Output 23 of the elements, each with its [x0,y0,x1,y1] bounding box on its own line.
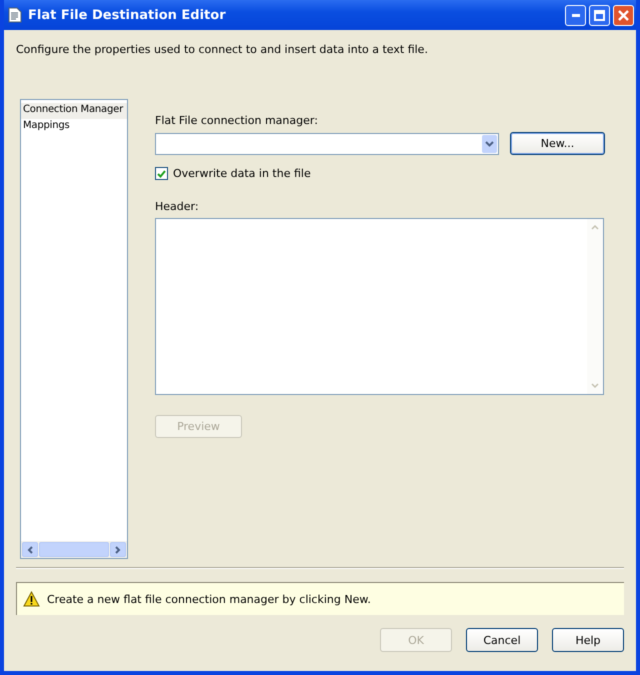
close-icon [618,10,629,20]
close-button[interactable] [613,4,634,26]
dialog-button[interactable]: Cancel [466,628,538,652]
document-icon [8,7,22,23]
warning-icon [23,591,40,607]
horizontal-scrollbar[interactable] [21,541,127,558]
minimize-icon [572,14,580,16]
maximize-button[interactable] [589,4,610,26]
description-text: Configure the properties used to connect to and insert data into a text file. [16,43,429,57]
new-button[interactable]: New... [510,132,605,155]
chevron-down-icon [485,140,494,146]
header-label: Header: [155,200,199,213]
window-title: Flat File Destination Editor [28,8,227,22]
overwrite-checkbox[interactable] [155,167,168,180]
status-message: Create a new flat file connection manager by clicking New. [47,592,371,606]
overwrite-label: Overwrite data in the file [173,167,311,180]
maximize-icon [594,10,605,20]
minimize-button[interactable] [565,4,586,26]
connection-manager-label: Flat File connection manager: [155,114,318,127]
page-list-item[interactable]: Mappings [21,119,127,135]
page-list-item[interactable]: Connection Manager [21,103,127,119]
dialog-button[interactable]: Help [552,628,624,652]
connection-manager-dropdown[interactable] [155,132,499,154]
